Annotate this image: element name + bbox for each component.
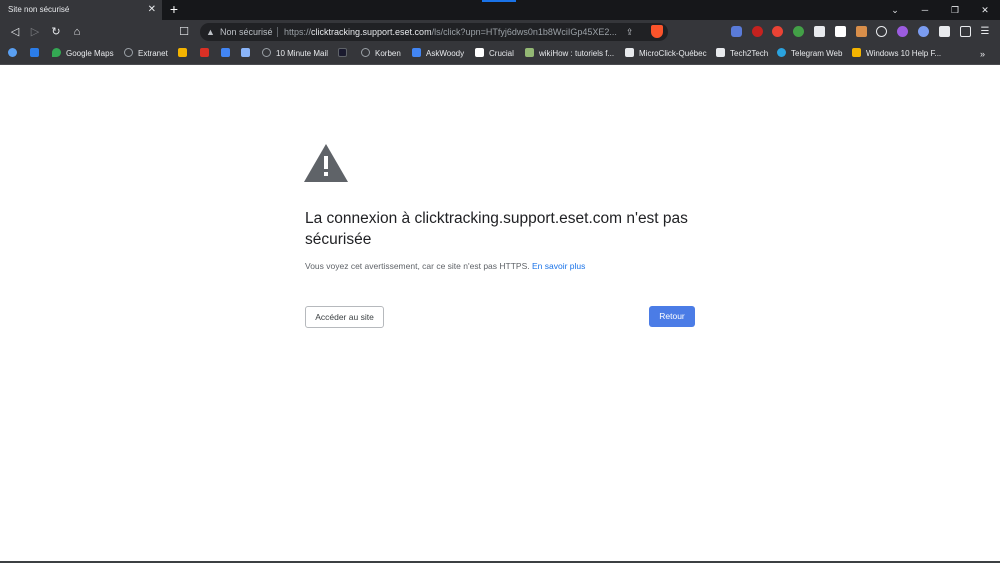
bookmark-item[interactable]: Korben xyxy=(361,44,401,64)
bookmark-item[interactable]: Tech2Tech xyxy=(716,44,768,64)
extension-icon-6[interactable] xyxy=(835,26,846,37)
new-tab-button[interactable]: + xyxy=(167,0,181,20)
bookmark-item[interactable]: Crucial xyxy=(475,44,514,64)
bookmark-item[interactable] xyxy=(8,44,22,64)
bookmark-item[interactable]: AskWoody xyxy=(412,44,464,64)
bookmark-item[interactable]: Extranet xyxy=(124,44,168,64)
page-title: La connexion à clicktracking.support.ese… xyxy=(305,210,688,248)
bookmark-favicon-icon xyxy=(412,48,421,57)
bookmark-item[interactable]: Windows 10 Help F... xyxy=(852,44,941,64)
extension-icon-5[interactable] xyxy=(814,26,825,37)
calendar-icon xyxy=(241,48,250,57)
url-text[interactable]: https://clicktracking.support.eset.com/l… xyxy=(284,23,620,41)
menu-icon[interactable]: ☰ xyxy=(978,23,992,41)
url-host: clicktracking.support.eset.com xyxy=(311,27,432,37)
omnibox-divider xyxy=(277,27,278,37)
bookmark-item[interactable] xyxy=(178,44,192,64)
tab-title: Site non sécurisé xyxy=(8,5,70,14)
maple-leaf-icon xyxy=(200,48,209,57)
bookmark-favicon-icon xyxy=(525,48,534,57)
extension-icon-1[interactable] xyxy=(731,26,742,37)
sidebar-icon[interactable] xyxy=(960,26,971,37)
puzzle-icon[interactable] xyxy=(939,26,950,37)
bookmark-favicon-icon xyxy=(8,48,17,57)
proceed-button[interactable]: Accéder au site xyxy=(305,306,384,328)
tab-active[interactable]: Site non sécurisé ✕ xyxy=(0,0,162,20)
bookmark-favicon-icon xyxy=(178,48,187,57)
extension-icon-10[interactable] xyxy=(918,26,929,37)
bookmark-item[interactable] xyxy=(30,44,44,64)
bookmark-item[interactable] xyxy=(221,44,235,64)
learn-more-link[interactable]: En savoir plus xyxy=(532,261,585,271)
telegram-icon xyxy=(777,48,786,57)
bookmark-item[interactable]: wikiHow : tutoriels f... xyxy=(525,44,614,64)
tab-close-icon[interactable]: ✕ xyxy=(148,0,156,20)
tab-strip-indicator xyxy=(482,0,516,2)
minimize-button[interactable]: ─ xyxy=(910,0,940,20)
close-window-button[interactable]: ✕ xyxy=(970,0,1000,20)
extension-icon-9[interactable] xyxy=(897,26,908,37)
restore-button[interactable]: ❐ xyxy=(940,0,970,20)
bookmark-item[interactable]: Telegram Web xyxy=(777,44,842,64)
chat-icon[interactable] xyxy=(876,26,887,37)
extension-icon-7[interactable] xyxy=(856,26,867,37)
bookmark-favicon-icon xyxy=(716,48,725,57)
ublock-icon[interactable] xyxy=(752,26,763,37)
bookmark-item[interactable] xyxy=(338,44,352,64)
bookmark-favicon-icon xyxy=(625,48,634,57)
bookmark-favicon-icon xyxy=(338,48,347,57)
bookmark-favicon-icon xyxy=(475,48,484,57)
back-to-safety-button[interactable]: Retour xyxy=(649,306,695,327)
globe-icon xyxy=(124,48,133,57)
bookmarks-overflow-icon[interactable]: » xyxy=(980,44,985,64)
globe-icon xyxy=(361,48,370,57)
share-icon[interactable]: ⇪ xyxy=(626,23,634,41)
forward-button[interactable]: ▷ xyxy=(26,22,44,42)
bookmark-favicon-icon xyxy=(852,48,861,57)
extension-icon-3[interactable] xyxy=(772,26,783,37)
bookmark-item[interactable]: Google Maps xyxy=(52,44,114,64)
url-path: /ls/click?upn=HTfyj6dws0n1b8WciIGp45XE2.… xyxy=(431,27,617,37)
url-scheme: https:// xyxy=(284,27,312,37)
bookmark-item[interactable]: 10 Minute Mail xyxy=(262,44,328,64)
description-text: Vous voyez cet avertissement, car ce sit… xyxy=(305,261,530,271)
security-indicator[interactable]: Non sécurisé xyxy=(220,23,273,41)
back-button[interactable]: ◁ xyxy=(6,22,24,42)
bookmark-item[interactable] xyxy=(241,44,255,64)
bookmark-favicon-icon xyxy=(30,48,39,57)
brave-shield-icon[interactable] xyxy=(651,25,663,38)
home-button[interactable]: ⌂ xyxy=(68,22,86,42)
bookmark-page-icon[interactable]: ☐ xyxy=(175,22,193,42)
globe-icon xyxy=(262,48,271,57)
bookmark-item[interactable]: MicroClick-Québec xyxy=(625,44,707,64)
extension-icon-4[interactable] xyxy=(793,26,804,37)
warning-description: Vous voyez cet avertissement, car ce sit… xyxy=(305,260,705,272)
maps-pin-icon xyxy=(52,48,61,57)
tab-search-icon[interactable]: ⌄ xyxy=(880,0,910,20)
warning-icon xyxy=(304,144,348,182)
reload-button[interactable]: ↻ xyxy=(47,22,65,42)
warning-icon[interactable]: ▲ xyxy=(206,23,215,41)
bookmark-item[interactable] xyxy=(200,44,214,64)
bookmark-favicon-icon xyxy=(221,48,230,57)
